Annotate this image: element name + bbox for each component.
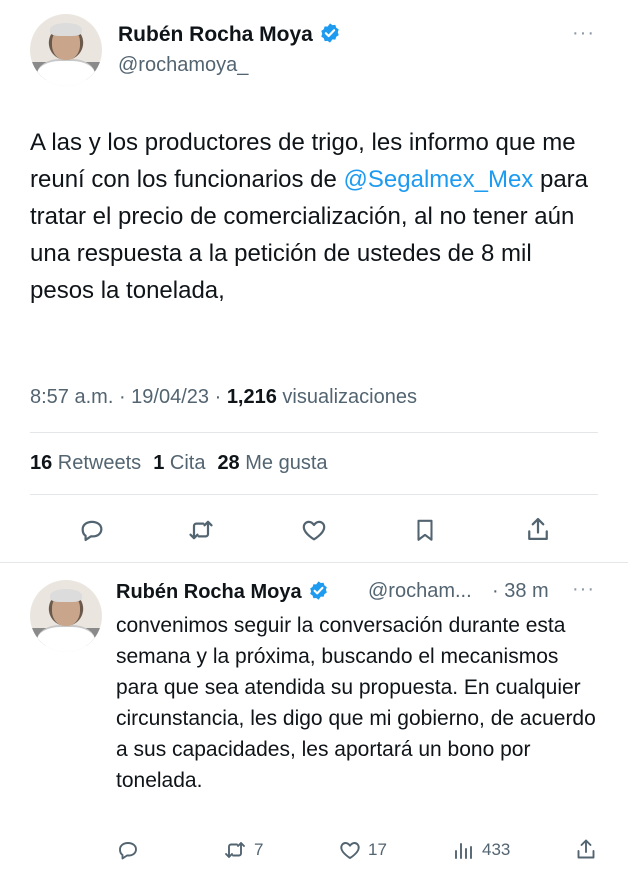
reply-author-handle[interactable]: @rocham... xyxy=(368,580,472,603)
divider xyxy=(30,432,598,433)
tweet-text: A las y los productores de trigo, les in… xyxy=(30,124,600,309)
share-button[interactable] xyxy=(524,514,552,544)
divider xyxy=(30,494,598,495)
likes-stat[interactable]: 28 Me gusta xyxy=(217,452,327,474)
reply-likes-count: 17 xyxy=(368,840,387,859)
reply-author-avatar[interactable] xyxy=(30,580,102,652)
tweet-meta: 8:57 a.m. · 19/04/23 · 1,216 visualizaci… xyxy=(30,386,417,409)
meta-separator: · xyxy=(209,386,227,408)
views-label: visualizaciones xyxy=(276,386,417,408)
reply-author-name-text: Rubén Rocha Moya xyxy=(116,581,302,603)
verified-badge-icon xyxy=(308,580,329,607)
author-name[interactable]: Rubén Rocha Moya xyxy=(118,22,341,50)
like-icon xyxy=(340,842,360,859)
retweets-stat[interactable]: 16 Retweets xyxy=(30,452,141,474)
likes-label: Me gusta xyxy=(239,452,328,474)
reply-icon xyxy=(119,842,137,860)
reply-share-button[interactable] xyxy=(574,836,598,862)
tweet-time[interactable]: 8:57 a.m. xyxy=(30,386,113,408)
retweets-label: Retweets xyxy=(52,452,142,474)
share-icon xyxy=(528,517,548,541)
retweets-count: 16 xyxy=(30,452,53,474)
like-button[interactable] xyxy=(300,516,328,544)
meta-separator: · xyxy=(113,386,132,408)
reply-views-count: 433 xyxy=(482,840,511,859)
tweet-date[interactable]: 19/04/23 xyxy=(131,386,209,408)
more-icon[interactable]: ··· xyxy=(572,578,595,601)
divider xyxy=(0,562,628,563)
mention-link[interactable]: @Segalmex_Mex xyxy=(344,166,534,193)
more-icon[interactable]: ··· xyxy=(572,22,595,45)
reply-reply-button[interactable] xyxy=(116,838,140,862)
reply-text: convenimos seguir la conversación durant… xyxy=(116,614,596,792)
tweet-stats: 16 Retweets 1 Cita 28 Me gusta xyxy=(30,452,328,475)
retweet-icon xyxy=(225,842,245,858)
quotes-count: 1 xyxy=(153,452,165,474)
author-handle[interactable]: @rochamoya_ xyxy=(118,54,248,77)
reply-icon xyxy=(81,520,103,542)
reply-retweets-count: 7 xyxy=(254,840,264,859)
reply-time[interactable]: · 38 m xyxy=(492,580,549,603)
quotes-stat[interactable]: 1 Cita xyxy=(153,452,205,474)
retweet-button[interactable] xyxy=(186,516,216,544)
reply-button[interactable] xyxy=(78,516,106,544)
author-name-text: Rubén Rocha Moya xyxy=(118,23,313,46)
bookmark-icon xyxy=(417,519,433,541)
retweet-icon xyxy=(189,520,213,540)
views-count: 1,216 xyxy=(226,386,277,408)
share-icon xyxy=(577,839,595,859)
bookmark-button[interactable] xyxy=(412,516,438,544)
reply-retweet-button[interactable]: 7 xyxy=(222,838,263,862)
reply-author-name[interactable]: Rubén Rocha Moya xyxy=(116,580,329,607)
views-icon xyxy=(455,843,472,859)
author-avatar[interactable] xyxy=(30,14,102,86)
quotes-label: Cita xyxy=(164,452,206,474)
reply-like-button[interactable]: 17 xyxy=(338,838,387,862)
reply-views-button[interactable]: 433 xyxy=(452,838,510,862)
verified-badge-icon xyxy=(319,22,341,50)
likes-count: 28 xyxy=(217,452,240,474)
like-icon xyxy=(302,520,326,541)
